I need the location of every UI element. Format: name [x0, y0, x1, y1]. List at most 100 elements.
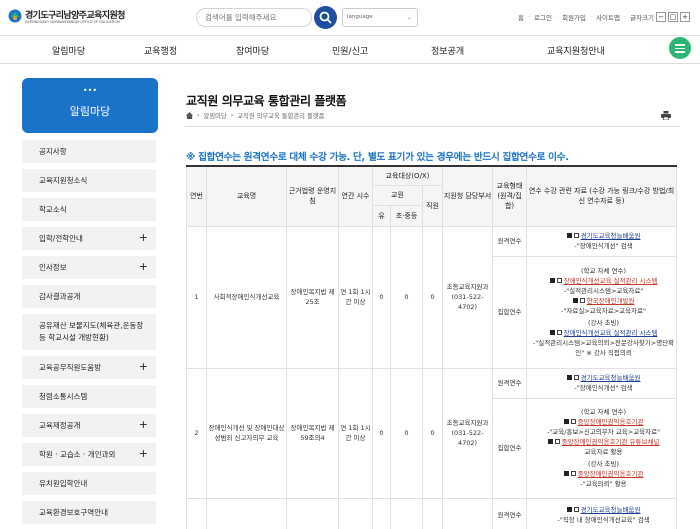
bullet-square-icon [563, 419, 569, 424]
external-link-icon [579, 298, 585, 303]
sidebar-item-academy[interactable]: 학원 · 교습소 · 개인과외 + [22, 443, 156, 466]
row-remote-form: 원격연수 [492, 225, 528, 257]
menu-icon-line [675, 51, 685, 53]
header-hours: 연간 시수 [338, 165, 373, 227]
logo-emblem-icon [8, 9, 22, 23]
row-law: 장애인복지법 제59조의4 [286, 367, 339, 499]
home-icon[interactable] [186, 112, 193, 119]
row-group-materials: (학교 자체 연수) 장애인식개선교육 실적관리 시스템 -"실적관리시스템>교… [526, 255, 678, 369]
lecture-note: (강사 초빙) [588, 460, 620, 468]
sidebar-item-finance[interactable]: 교육재정공개 + [22, 414, 156, 437]
font-increase-button[interactable]: + [680, 12, 690, 22]
sidebar-item-label: 교육지원청소식 [39, 175, 88, 185]
sitemap-link[interactable]: 사이트맵 [596, 12, 620, 22]
gnb-notice[interactable]: 알림마당 [52, 44, 85, 57]
school-note: (학교 자체 연수) [580, 408, 627, 416]
remote-link[interactable]: 경기도교육청늘배움원 [581, 506, 641, 514]
language-select[interactable]: language ⌄ [342, 8, 418, 27]
external-link-icon [573, 233, 579, 238]
breadcrumb-item[interactable]: 알림마당 [204, 111, 227, 120]
sidebar-item-audit-results[interactable]: 감사결과공개 [22, 285, 156, 308]
material-desc-1: -"교육/홍보>신고의무자 교육>교육자료" [546, 428, 661, 436]
sidebar-item-personnel[interactable]: 인사정보 + [22, 256, 156, 279]
plus-icon: + [138, 259, 148, 273]
divider: · [590, 13, 593, 21]
bullet-square-icon [566, 507, 572, 512]
site-logo[interactable]: 경기도구리남양주교육지원청 GYEONGGIDO GURINAMYANGJU O… [8, 6, 138, 32]
material-link-3[interactable]: 중앙장애인권익옹호기관 [578, 470, 644, 478]
sidebar-item-staff-help[interactable]: 교육공무직원도움방 + [22, 356, 156, 379]
sidebar-item-notices[interactable]: 공지사항 [22, 140, 156, 163]
row-support [442, 497, 494, 529]
external-link-icon [573, 507, 579, 512]
header-form: 교육형태 (원격/집합) [492, 165, 528, 227]
row-elem: 0 [372, 225, 391, 369]
row-group-form: 집합연수 [492, 255, 528, 369]
font-reset-button[interactable]: □ [668, 12, 678, 22]
sidebar-item-label: 청렴소통시스템 [39, 391, 88, 401]
material-desc-1: -"실적관리시스템>교육자료" [563, 287, 644, 295]
material-link-1[interactable]: 중앙장애인권익옹호기관 [578, 418, 644, 426]
signup-link[interactable]: 회원가입 [562, 12, 586, 22]
sidebar-item-label: 감사결과공개 [39, 291, 81, 301]
sidebar-item-label: 입학/전학안내 [39, 233, 83, 243]
row-group-materials: (학교 자체 연수) 중앙장애인권익옹호기관 -"교육/홍보>신고의무자 교육>… [526, 397, 678, 499]
chevron-down-icon: ⌄ [406, 14, 412, 21]
bullet-square-icon [549, 278, 555, 283]
remote-link[interactable]: 경기도교육청늘배움원 [581, 374, 641, 382]
divider: · [624, 13, 627, 21]
sidebar-item-school-news[interactable]: 학교소식 [22, 198, 156, 221]
print-icon[interactable] [661, 111, 671, 120]
external-link-icon [570, 419, 576, 424]
sidebar-title: 알림마당 [69, 105, 111, 118]
sidebar-item-edu-environment[interactable]: 교육환경보호구역안내 [22, 501, 156, 524]
gnb-administration[interactable]: 교육행정 [144, 44, 177, 57]
row-remote-materials: 경기도교육청늘배움원 -"직장 내 장애인식개선교육" 검색 [526, 497, 678, 529]
font-decrease-button[interactable]: − [656, 12, 666, 22]
menu-icon-line [675, 47, 685, 49]
material-desc-3: -"교육의뢰" 활용 [580, 480, 627, 488]
row-remote-materials: 경기도교육청늘배움원 -"장애인식개선" 검색 [526, 225, 678, 257]
row-hours: 연 1회 1시간 이상 [338, 367, 373, 499]
sidebar-item-label: 교육환경보호구역안내 [39, 507, 108, 517]
row-name: 사회적장애인식개선교육 [206, 225, 287, 369]
remote-desc: -"장애인식개선" 검색 [574, 384, 633, 392]
sidebar-item-office-news[interactable]: 교육지원청소식 [22, 169, 156, 192]
font-size-label: 글자크기 [630, 14, 654, 22]
sidebar-item-integrity[interactable]: 청렴소통시스템 [22, 385, 156, 408]
search-input[interactable] [196, 8, 312, 27]
sidebar-item-label: 학교소식 [39, 204, 67, 214]
header-support: 지원청 담당부서 [442, 165, 494, 227]
external-link-icon [573, 375, 579, 380]
sidebar-item-label: 공유재산 보물지도(체육관,운동장 등 학교시설 개방현황) [39, 321, 144, 342]
header-materials: 연수 수강 관련 자료 (수강 가능 링크/수강 방법/최신 연수자료 등) [526, 165, 678, 227]
notice-text: ※ 집합연수는 원격연수로 대체 수강 가능. 단, 별도 표기가 있는 경우에… [186, 152, 569, 163]
bullet-square-icon [572, 298, 578, 303]
sidebar-item-admission[interactable]: 입학/전학안내 + [22, 227, 156, 250]
gnb-disclosure[interactable]: 정보공개 [431, 44, 464, 57]
remote-link[interactable]: 경기도교육청늘배움원 [581, 232, 641, 240]
material-desc-2: -"자료실>교육자료>교육자료" [561, 307, 647, 315]
search-button[interactable] [314, 6, 337, 29]
sidebar-item-label: 교육재정공개 [39, 420, 81, 430]
row-remote-form: 원격연수 [492, 497, 528, 529]
breadcrumb-separator: › [197, 112, 200, 119]
all-menu-button[interactable] [669, 37, 691, 59]
sidebar-item-label: 공지사항 [39, 146, 67, 156]
gnb-participation[interactable]: 참여마당 [236, 44, 269, 57]
gnb-complaint[interactable]: 민원/신고 [332, 44, 368, 57]
login-link[interactable]: 로그인 [534, 12, 552, 22]
sidebar-item-label: 교육공무직원도움방 [39, 362, 102, 372]
material-link-3[interactable]: 장애인식개선교육 실적관리 시스템 [564, 329, 658, 337]
sidebar-item-label: 유치원입학안내 [39, 478, 88, 488]
sidebar-item-kindergarten[interactable]: 유치원입학안내 [22, 472, 156, 495]
row-midhigh [390, 497, 423, 529]
material-link-1[interactable]: 장애인식개선교육 실적관리 시스템 [564, 277, 658, 285]
site-header: 경기도구리남양주교육지원청 GYEONGGIDO GURINAMYANGJU O… [0, 0, 700, 36]
sidebar-title-box: ••• 알림마당 [22, 78, 158, 133]
material-link-2[interactable]: 한국장애인개발원 [587, 297, 635, 305]
home-link[interactable]: 홈 [518, 12, 524, 22]
material-link-2[interactable]: 중앙장애인권익옹호기관 유튜브채널 [562, 438, 660, 446]
sidebar-item-public-property[interactable]: 공유재산 보물지도(체육관,운동장 등 학교시설 개방현황) [22, 314, 156, 350]
gnb-office-info[interactable]: 교육지원청안내 [547, 44, 605, 57]
